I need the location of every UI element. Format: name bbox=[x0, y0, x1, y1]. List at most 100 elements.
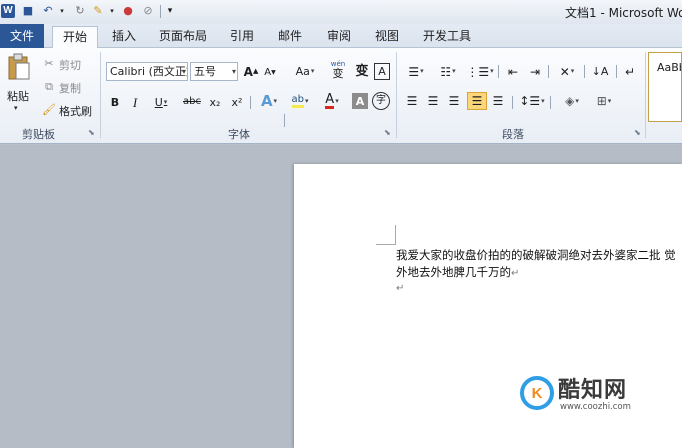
paste-button[interactable]: 粘贴 bbox=[7, 88, 29, 104]
shrink-font-button[interactable]: A ▼ bbox=[262, 65, 278, 80]
chevron-down-icon: ▾ bbox=[607, 96, 612, 105]
chevron-down-icon: ▾ bbox=[181, 67, 186, 76]
subscript-button[interactable]: x₂ bbox=[206, 94, 224, 110]
superscript-button[interactable]: x² bbox=[228, 94, 246, 110]
show-marks-icon[interactable]: ↵ bbox=[622, 63, 638, 80]
numbering-button[interactable]: ☷ ▾ bbox=[434, 63, 462, 80]
font-launcher-icon[interactable]: ⬊ bbox=[384, 128, 391, 137]
distributed-icon[interactable]: ☰ bbox=[490, 93, 506, 109]
chevron-down-icon: ▾ bbox=[452, 67, 456, 75]
tab-home[interactable]: 开始 bbox=[52, 26, 98, 49]
phonetic-guide-icon: 变 bbox=[332, 67, 344, 80]
paragraph-mark[interactable]: ↵ bbox=[396, 283, 404, 294]
paragraph-launcher-icon[interactable]: ⬊ bbox=[634, 128, 641, 137]
clipboard-launcher-icon[interactable]: ⬊ bbox=[88, 128, 95, 137]
sort-icon[interactable]: ↓A bbox=[590, 63, 610, 80]
justify-icon[interactable]: ☰ bbox=[467, 92, 487, 110]
document-text-line[interactable]: 外地去外地脾几千万的↵ bbox=[396, 264, 519, 280]
document-text-line[interactable]: 我爱大家的收盘价拍的的破解破洞绝对去外婆家二批 觉 bbox=[396, 247, 676, 263]
tab-review[interactable]: 审阅 bbox=[318, 26, 360, 48]
tab-insert[interactable]: 插入 bbox=[104, 26, 144, 48]
paragraph-group-label: 段落 bbox=[502, 128, 524, 141]
underline-button[interactable]: U ▾ bbox=[150, 94, 172, 110]
change-case-button[interactable]: Aa ▾ bbox=[291, 63, 319, 80]
numbered-list-icon: ☷ bbox=[440, 64, 452, 79]
watermark-url: www.coozhi.com bbox=[560, 402, 631, 412]
paste-dropdown-icon[interactable]: ▾ bbox=[14, 104, 18, 112]
character-shading-button[interactable]: A bbox=[352, 93, 368, 109]
separator bbox=[616, 65, 617, 78]
italic-button[interactable]: I bbox=[128, 94, 142, 110]
font-name-select[interactable]: Calibri (西文正文) ▾ bbox=[106, 62, 188, 81]
format-painter-icon[interactable]: 🖌 bbox=[42, 102, 56, 116]
tab-mailings[interactable]: 邮件 bbox=[270, 26, 310, 48]
borders-button[interactable]: ⊞ ▾ bbox=[590, 93, 618, 109]
paste-icon[interactable] bbox=[6, 52, 32, 82]
clear-format-icon[interactable]: ⊘ bbox=[140, 3, 156, 19]
decrease-indent-icon[interactable]: ⇤ bbox=[504, 63, 522, 80]
paint-bucket-icon: ◈ bbox=[565, 94, 575, 108]
group-separator bbox=[645, 52, 646, 138]
bullets-button[interactable]: ☰ ▾ bbox=[402, 63, 430, 80]
shrink-font-icon: A bbox=[264, 66, 272, 78]
style-normal[interactable]: AaBbCcDd bbox=[648, 52, 682, 122]
chevron-down-icon: ▾ bbox=[163, 97, 168, 106]
copy-icon[interactable]: ⧉ bbox=[42, 79, 56, 93]
line-spacing-button[interactable]: ↕☰ ▾ bbox=[518, 93, 546, 109]
save-icon[interactable]: ■ bbox=[20, 3, 36, 19]
copy-button[interactable]: 复制 bbox=[59, 80, 81, 96]
word-app-icon[interactable]: W bbox=[1, 4, 15, 18]
font-name-value: Calibri (西文正文) bbox=[110, 65, 187, 78]
separator bbox=[284, 114, 285, 127]
style-sample: AaBbCcDd bbox=[657, 61, 681, 74]
shading-button[interactable]: ◈ ▾ bbox=[558, 93, 586, 109]
tab-references[interactable]: 引用 bbox=[222, 26, 262, 48]
format-painter-button[interactable]: 格式刷 bbox=[59, 103, 92, 119]
chinese-layout-button[interactable]: ✕ ▾ bbox=[554, 63, 580, 80]
highlight-button[interactable]: ab ▾ bbox=[286, 92, 314, 110]
tab-file[interactable]: 文件 bbox=[0, 24, 44, 48]
align-right-icon[interactable]: ☰ bbox=[446, 93, 462, 109]
chevron-down-icon: ▾ bbox=[335, 96, 339, 105]
tab-page-layout[interactable]: 页面布局 bbox=[152, 26, 214, 48]
watermark: K 酷知网 www.coozhi.com bbox=[520, 372, 670, 418]
align-center-icon[interactable]: ☰ bbox=[425, 93, 441, 109]
chevron-down-icon: ▾ bbox=[490, 67, 494, 75]
margin-corner-mark bbox=[376, 225, 396, 245]
document-text: 外地去外地脾几千万的 bbox=[396, 265, 511, 279]
chevron-down-icon: ▾ bbox=[231, 67, 236, 76]
cut-button[interactable]: 剪切 bbox=[59, 57, 81, 73]
watermark-name: 酷知网 bbox=[558, 378, 628, 403]
redo-icon[interactable]: ↻ bbox=[72, 3, 88, 19]
font-color-button[interactable]: A ▾ bbox=[318, 92, 346, 110]
character-border-button[interactable]: A bbox=[374, 63, 390, 80]
font-size-value: 五号 bbox=[194, 65, 216, 78]
tab-developer[interactable]: 开发工具 bbox=[414, 26, 480, 48]
format-painter-dropdown-icon[interactable]: ▾ bbox=[104, 3, 120, 19]
text-effects-button[interactable]: A ▾ bbox=[256, 92, 282, 110]
strikethrough-button[interactable]: abc bbox=[182, 94, 202, 110]
text-effects-icon: A bbox=[260, 91, 273, 110]
customize-qat-icon[interactable]: ▾ bbox=[162, 3, 178, 19]
separator bbox=[250, 96, 251, 109]
grow-font-icon: A bbox=[243, 64, 253, 79]
align-left-icon[interactable]: ☰ bbox=[404, 93, 420, 109]
chinese-layout-icon: ✕ bbox=[559, 64, 570, 79]
tab-view[interactable]: 视图 bbox=[366, 26, 408, 48]
group-separator bbox=[396, 52, 397, 138]
increase-indent-icon[interactable]: ⇥ bbox=[526, 63, 544, 80]
font-group-label: 字体 bbox=[228, 128, 250, 141]
color-icon[interactable]: ● bbox=[120, 3, 136, 19]
separator bbox=[498, 65, 499, 78]
clear-formatting-icon[interactable]: 变 bbox=[354, 63, 370, 80]
font-size-select[interactable]: 五号 ▾ bbox=[190, 62, 238, 81]
separator bbox=[512, 96, 513, 109]
undo-dropdown-icon[interactable]: ▾ bbox=[54, 3, 70, 19]
multilevel-list-button[interactable]: ⋮☰ ▾ bbox=[466, 63, 494, 80]
separator bbox=[548, 65, 549, 78]
phonetic-guide-button[interactable]: wén 变 bbox=[329, 60, 347, 80]
cut-icon[interactable]: ✂ bbox=[42, 56, 56, 70]
bold-button[interactable]: B bbox=[108, 94, 122, 110]
enclose-characters-button[interactable]: 字 bbox=[372, 92, 390, 110]
grow-font-button[interactable]: A ▲ bbox=[243, 63, 259, 80]
